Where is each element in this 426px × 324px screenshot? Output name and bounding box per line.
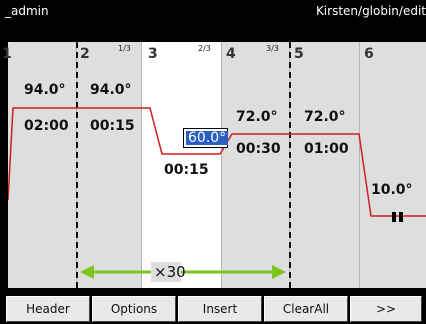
title-bar: _admin Kirsten/globin/edit xyxy=(0,0,426,22)
loop-arrow-left-head xyxy=(80,265,94,279)
options-button[interactable]: Options xyxy=(92,296,176,322)
step6-temperature[interactable]: 10.0° xyxy=(371,182,413,198)
step4-temperature[interactable]: 72.0° xyxy=(236,109,278,125)
step3-temperature-field[interactable]: 60.0° xyxy=(183,128,229,148)
step1-temperature[interactable]: 94.0° xyxy=(24,82,66,98)
pause-icon xyxy=(392,212,396,222)
step5-time[interactable]: 01:00 xyxy=(304,141,349,157)
pause-icon xyxy=(399,212,403,222)
step3-temperature-selection[interactable]: 60.0° xyxy=(186,131,229,145)
loop-arrow-right-head xyxy=(272,265,286,279)
step2-time[interactable]: 00:15 xyxy=(90,118,135,134)
insert-button[interactable]: Insert xyxy=(178,296,262,322)
more-button[interactable]: >> xyxy=(350,296,422,322)
program-editor: 1 2 3 4 5 6 1/3 2/3 3/3 94.0° 02:00 94.0… xyxy=(2,42,426,288)
loop-count[interactable]: ×30 xyxy=(154,263,186,281)
temperature-profile-line xyxy=(8,107,426,217)
step4-time[interactable]: 00:30 xyxy=(236,141,281,157)
step2-temperature[interactable]: 94.0° xyxy=(90,82,132,98)
user-name: _admin xyxy=(5,4,49,18)
step1-time[interactable]: 02:00 xyxy=(24,118,69,134)
step5-temperature[interactable]: 72.0° xyxy=(304,109,346,125)
clear-all-button[interactable]: ClearAll xyxy=(264,296,348,322)
temperature-profile xyxy=(8,107,426,282)
step3-time[interactable]: 00:15 xyxy=(164,162,209,178)
header-button[interactable]: Header xyxy=(6,296,90,322)
program-path: Kirsten/globin/edit xyxy=(315,4,426,18)
softkey-bar: Header Options Insert ClearAll >> xyxy=(0,292,426,324)
